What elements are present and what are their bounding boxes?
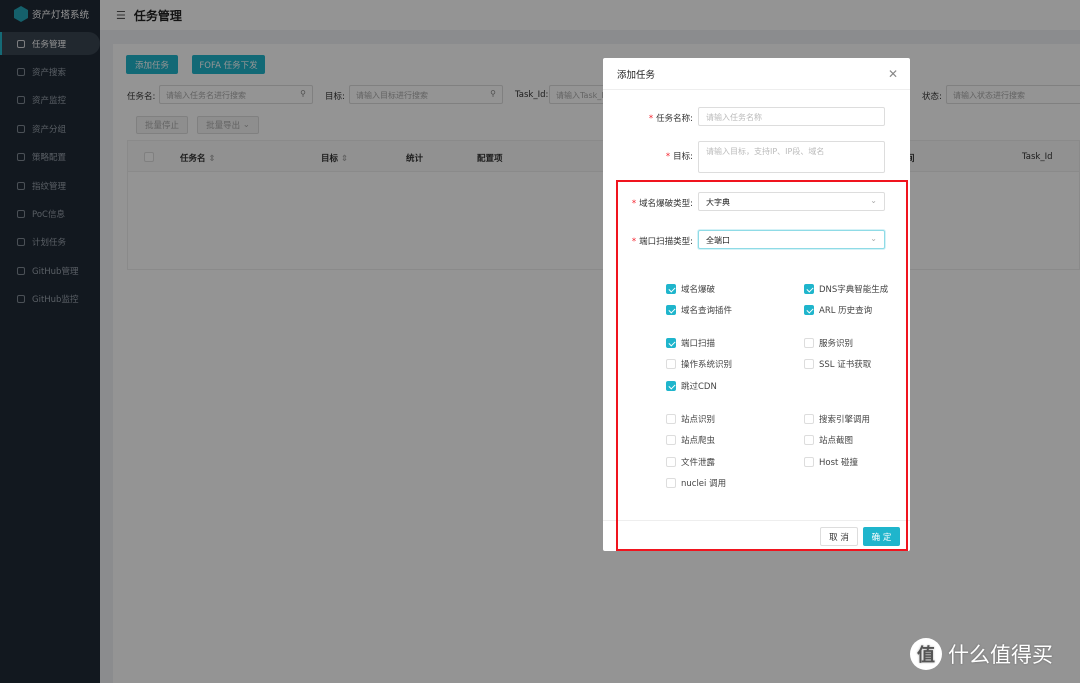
target-textarea[interactable]: 请输入目标，支持IP、IP段、域名 (698, 141, 885, 173)
task-name-label: * 任务名称: (648, 114, 693, 124)
modal-title: 添加任务 (617, 69, 656, 81)
highlight-annotation (616, 180, 908, 551)
watermark-logo-icon: 值 (910, 638, 942, 670)
target-label: * 目标: (665, 152, 693, 162)
watermark: 值什么值得买 (910, 638, 1053, 670)
task-name-input[interactable]: 请输入任务名称 (698, 107, 885, 126)
modal-overlay[interactable] (0, 0, 1080, 683)
close-icon[interactable]: ✕ (888, 67, 898, 81)
